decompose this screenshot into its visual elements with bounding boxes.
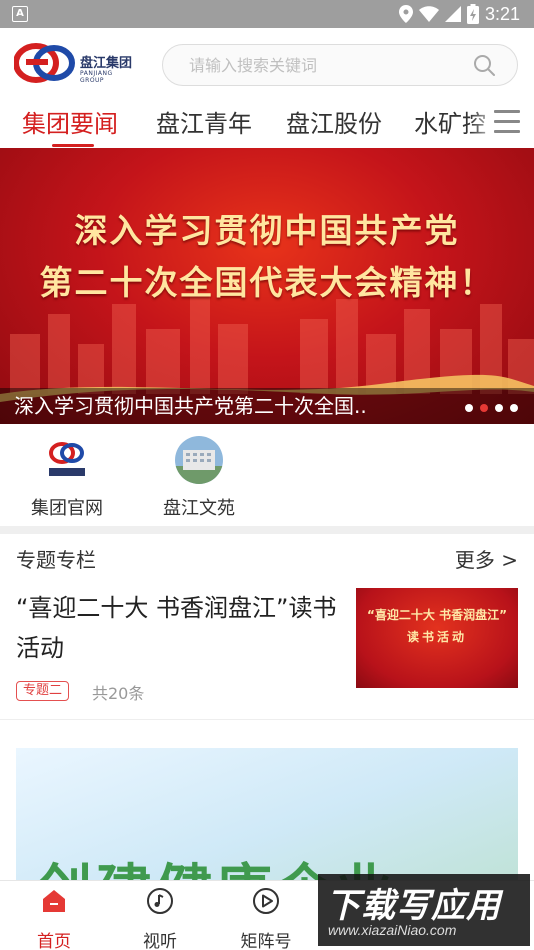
logo-text: 盘江集团 [80, 56, 133, 71]
special-column-header: 专题专栏 更多 > [0, 534, 534, 582]
group-logo-icon [43, 436, 91, 484]
signal-icon [444, 6, 461, 22]
topic-tag: 专题二 [16, 681, 70, 701]
carousel-dot-active[interactable] [480, 404, 488, 412]
clock: 3:21 [484, 3, 520, 24]
tab-panjiang-youth[interactable]: 盘江青年 [156, 104, 252, 139]
carousel-dots [465, 404, 518, 412]
status-bar: A 3:21 [0, 0, 534, 28]
battery-icon [466, 4, 479, 24]
watermark-url: www.xiazaiNiao.com [328, 922, 457, 938]
watermark-title: 下载写应用 [326, 886, 501, 926]
card-thumbnail: “喜迎二十大 书香润盘江” 读书活动 [356, 588, 518, 688]
hero-banner[interactable]: 深入学习贯彻中国共产党 第二十次全国代表大会精神！ 深入学习贯彻中国共产党第二十… [0, 148, 534, 424]
brand-logo[interactable]: 盘江集团 PANJIANG GROUP [14, 42, 138, 86]
home-icon [43, 890, 65, 912]
building-photo-icon [175, 436, 223, 484]
active-tab-indicator [52, 144, 94, 147]
quick-link-literary-garden[interactable]: 盘江文苑 [144, 436, 254, 520]
logo-subtext: PANJIANG GROUP [80, 70, 113, 84]
quick-links: 集团官网 盘江文苑 [0, 424, 534, 528]
carousel-dot[interactable] [510, 404, 518, 412]
nav-matrix[interactable]: 矩阵号 [226, 887, 306, 950]
notification-icon: A [12, 6, 28, 22]
nav-audio-video[interactable]: 视听 [120, 887, 200, 950]
section-title: 专题专栏 [16, 548, 96, 572]
feature-image-card[interactable]: 创建健康企业 [16, 748, 518, 888]
banner-caption: 深入学习贯彻中国共产党第二十次全国.. [14, 394, 367, 418]
channel-menu-icon[interactable] [494, 110, 520, 134]
item-count: 共20条 [92, 684, 145, 703]
nav-home[interactable]: 首页 [14, 887, 94, 950]
tab-group-news[interactable]: 集团要闻 [22, 104, 118, 139]
search-input[interactable] [189, 45, 469, 85]
nav-label: 首页 [37, 932, 71, 950]
location-icon [398, 5, 413, 23]
search-bar[interactable] [162, 44, 518, 86]
nav-label: 视听 [143, 932, 177, 950]
thumbnail-text-2: 读书活动 [406, 630, 467, 644]
more-link[interactable]: 更多 > [455, 544, 518, 573]
tab-panjiang-shares[interactable]: 盘江股份 [286, 104, 382, 139]
channel-tabs: 集团要闻 盘江青年 盘江股份 水矿控 [0, 100, 534, 148]
status-icons: 3:21 [398, 3, 520, 25]
banner-headline-2: 第二十次全国代表大会精神！ [39, 263, 495, 302]
wifi-icon [418, 6, 439, 22]
app-header: 盘江集团 PANJIANG GROUP [0, 28, 534, 100]
section-divider [0, 526, 534, 534]
special-topic-card[interactable]: “喜迎二十大 书香润盘江”读书活动 专题二 共20条 “喜迎二十大 书香润盘江”… [0, 582, 534, 720]
search-icon[interactable] [473, 54, 495, 76]
music-note-icon [147, 888, 173, 914]
site-watermark: 下载写应用 www.xiazaiNiao.com [318, 874, 530, 946]
carousel-dot[interactable] [465, 404, 473, 412]
card-title: “喜迎二十大 书香润盘江”读书活动 [16, 594, 337, 662]
play-icon [253, 888, 279, 914]
panjiang-logo-icon [14, 43, 75, 83]
quick-link-label: 集团官网 [31, 498, 103, 519]
carousel-dot[interactable] [495, 404, 503, 412]
banner-headline-1: 深入学习贯彻中国共产党 [74, 211, 460, 250]
thumbnail-text-1: “喜迎二十大 书香润盘江” [367, 608, 507, 622]
nav-label: 矩阵号 [240, 932, 292, 950]
quick-link-label: 盘江文苑 [163, 498, 235, 519]
quick-link-official-site[interactable]: 集团官网 [12, 436, 122, 520]
